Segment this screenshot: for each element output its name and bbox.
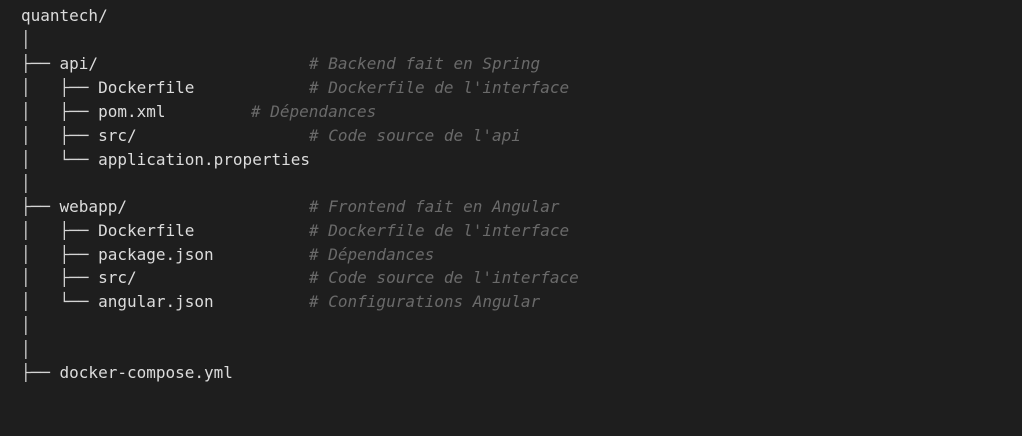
code-comment: # Code source de l'api bbox=[309, 126, 521, 145]
tree-branch: │ ├── bbox=[21, 102, 99, 121]
code-line: ├── api/ # Backend fait en Spring bbox=[21, 52, 540, 76]
code-line: │ bbox=[21, 172, 31, 196]
directory-name: webapp/ bbox=[59, 197, 127, 216]
code-comment: # Backend fait en Spring bbox=[309, 54, 541, 73]
code-comment: # Dockerfile de l'interface bbox=[309, 78, 570, 97]
code-line: │ ├── package.json # Dépendances bbox=[21, 243, 434, 267]
tree-branch: │ bbox=[21, 316, 31, 335]
code-line: │ bbox=[21, 28, 31, 52]
code-comment: # Dockerfile de l'interface bbox=[309, 221, 570, 240]
file-name: angular.json bbox=[98, 292, 214, 311]
code-line: │ ├── pom.xml # Dépendances bbox=[21, 100, 376, 124]
code-comment: # Dépendances bbox=[251, 102, 377, 121]
tree-branch: ├── bbox=[21, 197, 60, 216]
code-line: quantech/ bbox=[21, 4, 108, 28]
tree-branch: │ bbox=[21, 174, 31, 193]
code-comment: # Frontend fait en Angular bbox=[309, 197, 560, 216]
code-line: ├── docker-compose.yml bbox=[21, 361, 233, 385]
code-line: │ bbox=[21, 314, 31, 338]
code-line: │ ├── src/ # Code source de l'api bbox=[21, 124, 521, 148]
code-line: │ └── angular.json # Configurations Angul… bbox=[21, 290, 540, 314]
file-name: application.properties bbox=[98, 150, 310, 169]
directory-name: src/ bbox=[98, 126, 137, 145]
tree-branch: │ ├── bbox=[21, 221, 99, 240]
code-line: │ ├── Dockerfile # Dockerfile de l'interf… bbox=[21, 219, 569, 243]
code-line: │ bbox=[21, 338, 31, 362]
directory-name: src/ bbox=[98, 268, 137, 287]
tree-branch: │ bbox=[21, 30, 31, 49]
code-line: │ └── application.properties bbox=[21, 148, 310, 172]
tree-branch: │ ├── bbox=[21, 245, 99, 264]
tree-branch: │ └── bbox=[21, 292, 99, 311]
tree-branch: ├── bbox=[21, 363, 60, 382]
code-comment: # Dépendances bbox=[309, 245, 435, 264]
tree-branch: │ ├── bbox=[21, 78, 99, 97]
file-name: docker-compose.yml bbox=[59, 363, 233, 382]
code-line: │ ├── src/ # Code source de l'interface bbox=[21, 266, 579, 290]
file-name: Dockerfile bbox=[98, 78, 195, 97]
tree-branch: │ └── bbox=[21, 150, 99, 169]
code-line: ├── webapp/ # Frontend fait en Angular bbox=[21, 195, 559, 219]
tree-branch: ├── bbox=[21, 54, 60, 73]
code-line: │ ├── Dockerfile # Dockerfile de l'interf… bbox=[21, 76, 569, 100]
code-block: quantech/ │ ├── api/ # Backend fait en Sp… bbox=[0, 0, 1022, 436]
file-name: package.json bbox=[98, 245, 214, 264]
code-comment: # Configurations Angular bbox=[309, 292, 541, 311]
directory-name: api/ bbox=[59, 54, 99, 73]
tree-branch: │ bbox=[21, 340, 31, 359]
file-name: Dockerfile bbox=[98, 221, 195, 240]
code-comment: # Code source de l'interface bbox=[309, 268, 579, 287]
tree-branch: │ ├── bbox=[21, 126, 99, 145]
tree-branch: │ ├── bbox=[21, 268, 99, 287]
directory-name: quantech/ bbox=[21, 6, 108, 25]
file-name: pom.xml bbox=[98, 102, 166, 121]
